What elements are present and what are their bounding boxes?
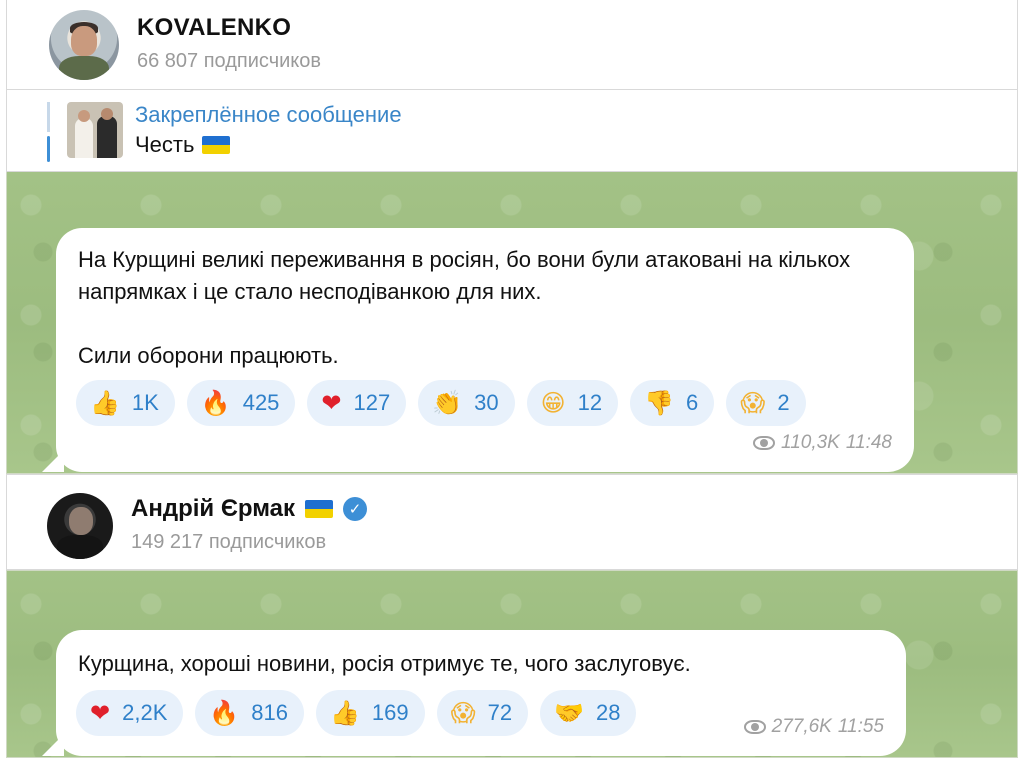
message-meta: 277,6K 11:55 [743,716,884,738]
view-count: 277,6K [771,716,832,737]
reaction-grin[interactable]: 😁 12 [526,380,619,426]
reaction-count: 127 [353,390,391,415]
eye-icon [753,436,776,450]
fire-icon: 🔥 [209,699,240,727]
reaction-thumbs-down[interactable]: 👎 6 [630,380,715,426]
avatar-body [59,56,109,80]
channel-header-kovalenko[interactable]: KOVALENKO 66 807 подписчиков [6,0,1018,90]
reaction-scream[interactable]: 😱 72 [436,690,529,736]
avatar-face [71,26,97,56]
reaction-count: 816 [251,700,288,725]
pinned-thumbnail[interactable] [67,102,123,158]
reaction-count: 6 [686,390,699,415]
verified-badge-icon: ✓ [343,497,368,521]
pinned-message-label: Закреплённое сообщение [135,102,402,127]
reaction-count: 12 [577,390,603,415]
thumbs-up-icon: 👍 [90,389,120,417]
heart-icon: ❤ [321,389,342,417]
pinned-text: Честь [135,132,195,157]
reaction-count: 169 [371,700,409,725]
reactions-row: ❤ 2,2K 🔥 816 👍 169 😱 72 🤝 28 [76,690,637,736]
reaction-handshake[interactable]: 🤝 28 [540,690,637,736]
reaction-count: 28 [596,700,621,725]
reaction-scream[interactable]: 😱 2 [726,380,806,426]
avatar-body [57,535,103,559]
reaction-count: 1K [131,390,159,415]
reaction-count: 2 [777,390,790,415]
reaction-thumbs-up[interactable]: 👍 1K [76,380,175,426]
message-meta: 110,3K 11:48 [753,432,892,454]
reaction-fire[interactable]: 🔥 816 [195,690,304,736]
channel-header-yermak[interactable]: Андрій Єрмак ✓ 149 217 подписчиков [6,474,1018,570]
message-time: 11:48 [845,432,892,453]
pinned-message-bar[interactable]: Закреплённое сообщение Честь [6,90,1018,172]
reactions-row: 👍 1K 🔥 425 ❤ 127 👏 30 😁 12 👎 6 😱 2 [76,380,806,426]
ukraine-flag-icon [202,136,231,154]
screaming-face-icon: 😱 [740,389,766,417]
channel-title[interactable]: KOVALENKO [137,14,291,42]
reaction-heart[interactable]: ❤ 127 [307,380,407,426]
eye-icon [743,720,766,734]
message-bubble[interactable]: На Курщині великі переживання в росіян, … [42,228,914,472]
message-time: 11:55 [837,716,884,737]
clapping-hands-icon: 👏 [432,389,463,417]
reaction-count: 30 [474,390,499,415]
fire-icon: 🔥 [200,389,231,417]
heart-icon: ❤ [90,699,111,727]
reaction-clap[interactable]: 👏 30 [418,380,515,426]
ukraine-flag-icon [305,500,334,518]
reaction-count: 72 [487,700,513,725]
subscriber-count: 149 217 подписчиков [131,531,327,553]
screaming-face-icon: 😱 [450,699,476,727]
channel-title: Андрій Єрмак [131,495,296,522]
handshake-icon: 🤝 [554,699,584,727]
reaction-heart[interactable]: ❤ 2,2K [76,690,184,736]
avatar-face [69,507,93,535]
thumbs-down-icon: 👎 [644,389,675,417]
reaction-fire[interactable]: 🔥 425 [186,380,296,426]
pinned-indicator [47,102,50,162]
view-count: 110,3K [781,432,840,453]
channel-avatar[interactable] [49,10,119,80]
channel-avatar[interactable] [47,493,113,559]
pinned-message-text: Честь [135,132,231,158]
reaction-count: 2,2K [122,700,168,725]
channel-title-row[interactable]: Андрій Єрмак ✓ [131,495,368,523]
reaction-thumbs-up[interactable]: 👍 169 [315,690,425,736]
message-text: На Курщині великі переживання в росіян, … [78,247,851,368]
message-bubble[interactable]: Курщина, хороші новини, росія отримує те… [42,630,906,756]
thumbs-up-icon: 👍 [329,699,360,727]
subscriber-count: 66 807 подписчиков [137,50,322,72]
message-text: Курщина, хороші новини, росія отримує те… [78,651,691,676]
reaction-count: 425 [242,390,280,415]
grinning-face-icon: 😁 [540,389,566,417]
